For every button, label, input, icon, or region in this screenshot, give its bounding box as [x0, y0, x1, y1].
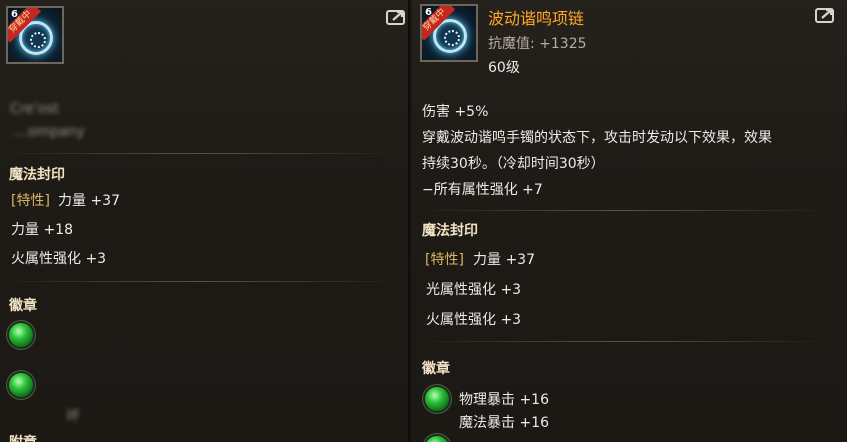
trait-stat: 力量 +37	[58, 193, 120, 209]
share-button[interactable]	[386, 8, 408, 26]
trait-stat: 力量 +37	[473, 252, 535, 268]
right-item-icon[interactable]: 6 穿戴中	[420, 4, 478, 62]
blurred-text: 坏	[66, 409, 80, 425]
magic-seal-title: 魔法封印	[422, 223, 478, 239]
stat-line: 光属性强化 +3	[426, 282, 522, 298]
trait-tag: [特性]	[11, 193, 50, 209]
share-button[interactable]	[815, 6, 837, 24]
damage-stat: 伤害 +5%	[422, 104, 489, 120]
divider	[412, 210, 832, 211]
green-emblem-icon[interactable]	[9, 373, 33, 397]
divider	[0, 281, 400, 282]
left-item-icon[interactable]: 6 穿戴中	[6, 6, 64, 64]
green-emblem-icon[interactable]	[425, 436, 449, 442]
right-tooltip-panel: 6 穿戴中 波动谐鸣项链 抗魔值: +1325 60级 伤害 +5% 穿戴波动谐…	[412, 0, 847, 442]
stat-line: 力量 +18	[11, 222, 73, 238]
item-description: 持续30秒。（冷却时间30秒）	[422, 156, 605, 172]
next-section-title: 附章	[9, 432, 37, 442]
emblem-stat: 魔法暴击 +16	[459, 415, 549, 431]
green-emblem-icon[interactable]	[9, 323, 33, 347]
blurred-text: …ompany	[14, 124, 85, 140]
emblem-title: 徽章	[9, 298, 37, 314]
emblem-stat: 物理暴击 +16	[459, 392, 549, 408]
blurred-text: Cre'ost	[10, 101, 60, 117]
level-requirement: 60级	[488, 60, 520, 76]
item-name: 波动谐鸣项链	[488, 9, 585, 28]
magic-resist-value: 抗魔值: +1325	[488, 36, 587, 52]
stat-line: 火属性强化 +3	[11, 251, 107, 267]
left-tooltip-panel: 6 穿戴中 Cre'ost …ompany 魔法封印 [特性] 力量 +37 力…	[0, 0, 410, 442]
item-description: −所有属性强化 +7	[422, 182, 543, 198]
share-icon	[386, 10, 405, 25]
divider	[412, 341, 832, 342]
item-description: 穿戴波动谐鸣手镯的状态下，攻击时发动以下效果，效果	[422, 130, 772, 146]
emblem-title: 徽章	[422, 361, 450, 377]
stat-line: 火属性强化 +3	[426, 312, 522, 328]
magic-seal-title: 魔法封印	[9, 167, 65, 183]
green-emblem-icon[interactable]	[425, 387, 449, 411]
divider	[0, 153, 400, 154]
trait-tag: [特性]	[425, 252, 464, 268]
share-icon	[815, 8, 834, 23]
